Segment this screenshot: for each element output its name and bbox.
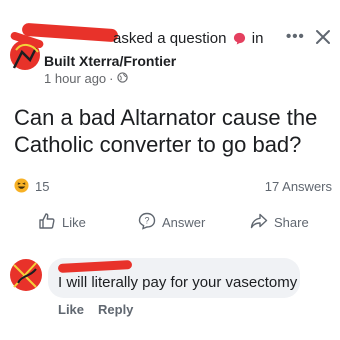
- like-label: Like: [62, 215, 86, 230]
- answer-button[interactable]: ? Answer: [138, 212, 205, 233]
- answer-icon: ?: [138, 212, 156, 233]
- more-dots-icon[interactable]: •••: [286, 28, 305, 45]
- commenter-avatar[interactable]: [8, 257, 44, 293]
- share-label: Share: [274, 215, 309, 230]
- answer-label: Answer: [162, 215, 206, 230]
- comment-text: I will literally pay for your vasectomy: [58, 274, 298, 291]
- post-time-row: 1 hour ago ·: [44, 71, 128, 86]
- question-text: Can a bad Altarnator cause the Catholic …: [14, 105, 318, 157]
- post-time[interactable]: 1 hour ago: [44, 71, 106, 86]
- haha-emoji-icon[interactable]: [14, 178, 29, 193]
- in-text: in: [251, 30, 264, 47]
- question-badge-icon: [233, 32, 246, 49]
- svg-text:?: ?: [144, 216, 149, 226]
- post-actions: Like ? Answer Share: [0, 212, 340, 240]
- globe-icon: [116, 71, 128, 86]
- reaction-count[interactable]: 15: [35, 179, 49, 194]
- share-button[interactable]: Share: [250, 212, 309, 233]
- share-arrow-icon: [250, 212, 268, 233]
- asked-question-line: asked a question in: [113, 30, 263, 49]
- avatar[interactable]: [8, 38, 42, 72]
- close-icon[interactable]: [313, 27, 333, 47]
- dot-separator: ·: [109, 71, 114, 86]
- asked-text: asked a question: [113, 30, 227, 47]
- thumbs-up-icon: [38, 212, 56, 233]
- like-button[interactable]: Like: [38, 212, 86, 233]
- comment-like-button[interactable]: Like: [58, 302, 84, 317]
- answers-count[interactable]: 17 Answers: [265, 179, 332, 194]
- group-name-link[interactable]: Built Xterra/Frontier: [44, 53, 176, 69]
- comment-reply-button[interactable]: Reply: [98, 302, 133, 317]
- comment-actions: Like Reply: [58, 302, 133, 317]
- reactions-bar: 15 17 Answers: [14, 177, 332, 197]
